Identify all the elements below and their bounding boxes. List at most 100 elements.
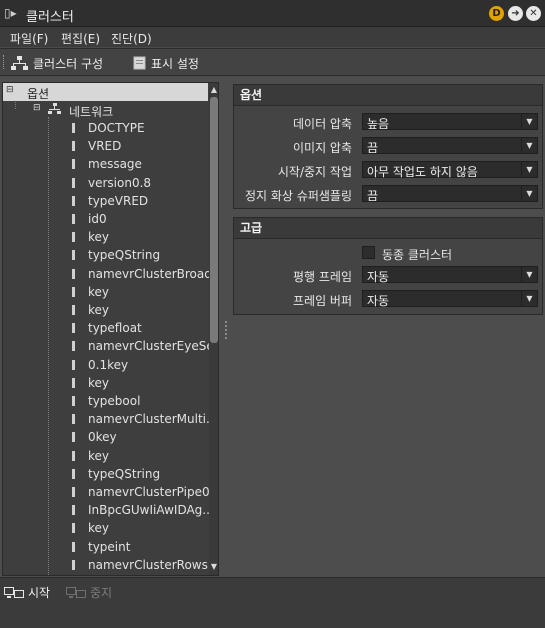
stop-button[interactable]: 중지	[66, 584, 112, 601]
tree-item[interactable]: typeQString	[3, 465, 208, 483]
tree-item-label: namevrClusterMulti...	[88, 412, 218, 427]
tree-item[interactable]: DOCTYPE	[3, 119, 208, 137]
chevron-down-icon: ▼	[521, 138, 537, 153]
leaf-icon	[72, 450, 75, 461]
tree-item[interactable]: InBpcGUwIiAwIDAg...	[3, 501, 214, 519]
tree-item-label: message	[88, 157, 142, 172]
menu-edit[interactable]: 편집(E)	[61, 30, 100, 47]
frame-buffer-row: 프레임 버퍼 자동 ▼	[234, 288, 542, 310]
collapse-icon[interactable]: ⊟	[33, 103, 41, 113]
cluster-config-button[interactable]: 클러스터 구성	[11, 54, 103, 72]
tree-item-network[interactable]: ⊟ 네트워크	[3, 101, 208, 119]
tree-item[interactable]: typefloat	[3, 319, 208, 337]
image-compression-label: 이미지 압축	[292, 141, 352, 155]
tree-item[interactable]: id0	[3, 210, 208, 228]
tree-item[interactable]: key	[3, 447, 208, 465]
start-button[interactable]: 시작	[4, 584, 50, 601]
undock-icon[interactable]: ➜	[508, 6, 523, 21]
leaf-icon	[72, 468, 75, 479]
start-stop-select[interactable]: 아무 작업도 하지 않음 ▼	[362, 161, 538, 179]
window-title: 클러스터	[26, 10, 74, 25]
leaf-icon	[72, 123, 75, 133]
cluster-config-label: 클러스터 구성	[33, 56, 104, 71]
tree-item-label: key	[88, 521, 110, 536]
select-value: 자동	[367, 294, 390, 308]
tree-item-label: namevrClusterPipe0	[88, 485, 210, 499]
tree-item[interactable]: namevrClusterMulti...	[3, 410, 217, 428]
tree-item[interactable]: key	[3, 301, 208, 319]
chevron-down-icon: ▼	[521, 186, 537, 201]
scroll-thumb[interactable]	[210, 97, 218, 343]
tree-item[interactable]: namevrClusterEyeSe...	[3, 337, 218, 355]
leaf-icon	[72, 541, 75, 552]
chevron-down-icon: ▼	[521, 291, 537, 306]
monitors-icon	[4, 586, 24, 598]
tree-item-label: 0.1key	[88, 357, 129, 372]
splitter-handle[interactable]	[225, 321, 229, 339]
tree-item-label: typeQString	[88, 248, 161, 263]
chevron-down-icon: ▼	[521, 267, 537, 282]
display-settings-button[interactable]: 표시 설정	[133, 54, 199, 72]
tree-item[interactable]: namevrClusterBroad...	[3, 265, 218, 283]
tree-item[interactable]: typeQString	[3, 246, 208, 264]
select-value: 끔	[367, 189, 379, 203]
select-value: 높음	[367, 117, 390, 131]
tree-item[interactable]: key	[3, 519, 208, 537]
tree-item-label: typeint	[88, 539, 131, 554]
tree-item[interactable]: message	[3, 155, 208, 173]
toolbar-grip[interactable]	[3, 55, 6, 69]
tree-item[interactable]: typeint	[3, 538, 208, 556]
tree-item-label: typebool	[88, 394, 141, 408]
start-stop-label: 시작/중지 작업	[277, 165, 352, 179]
tree-item[interactable]: key	[3, 374, 208, 392]
homogeneous-cluster-label[interactable]: 동종 클러스터	[382, 246, 452, 263]
close-icon[interactable]: ✕	[526, 6, 541, 21]
data-compression-select[interactable]: 높음 ▼	[362, 113, 538, 131]
parallel-frame-select[interactable]: 자동 ▼	[362, 266, 538, 284]
homogeneous-cluster-row: 동종 클러스터	[234, 242, 542, 264]
tree-panel: ⊟ 옵션 ⊟ 네트워크 DOCTYPE VRED message version0.8…	[2, 82, 219, 576]
tree-item[interactable]: typebool	[3, 392, 208, 410]
leaf-icon	[72, 341, 75, 352]
leaf-icon	[72, 268, 75, 279]
leaf-icon	[72, 323, 75, 334]
tree-item[interactable]: 0key	[3, 428, 208, 446]
menu-file[interactable]: 파일(F)	[10, 30, 48, 47]
tree-item-label: VRED	[88, 139, 122, 154]
supersampling-label: 정지 화상 슈퍼샘플링	[245, 189, 352, 203]
supersampling-select[interactable]: 끔 ▼	[362, 185, 538, 203]
tree-item[interactable]: key	[3, 228, 208, 246]
tree-item[interactable]: typeVRED	[3, 192, 208, 210]
leaf-icon	[72, 286, 75, 297]
tree-item-options[interactable]: ⊟ 옵션	[3, 83, 208, 101]
tree-item[interactable]: 0.1key	[3, 356, 208, 374]
frame-buffer-select[interactable]: 자동 ▼	[362, 290, 538, 308]
scroll-up-icon[interactable]: ▲	[210, 85, 218, 95]
image-compression-select[interactable]: 끔 ▼	[362, 137, 538, 155]
options-header: 옵션	[234, 85, 542, 106]
tree-item[interactable]: VRED	[3, 137, 208, 155]
tree-item[interactable]: namevrClusterPipe0	[3, 483, 210, 501]
tree-item-label: key	[88, 448, 110, 463]
select-value: 끔	[367, 141, 379, 155]
tree-item[interactable]: namevrClusterRows	[3, 556, 208, 574]
scroll-down-icon[interactable]: ▼	[210, 562, 218, 572]
tree-scrollbar[interactable]: ▲ ▼	[209, 83, 218, 575]
leaf-icon	[72, 195, 75, 206]
tree-item-label: version0.8	[88, 175, 152, 190]
select-value: 자동	[367, 270, 390, 284]
tree-item-label: key	[88, 303, 110, 317]
collapse-icon[interactable]: ⊟	[6, 85, 14, 95]
menu-bar: 파일(F) 편집(E) 진단(D)	[0, 27, 545, 47]
tree-item-label: key	[88, 230, 110, 245]
leaf-icon	[72, 159, 75, 170]
tree-item[interactable]: key	[3, 283, 208, 301]
help-icon[interactable]: D	[489, 6, 504, 21]
menu-diagnose[interactable]: 진단(D)	[111, 30, 152, 47]
bottom-bar: 시작 중지	[0, 577, 545, 628]
homogeneous-cluster-checkbox[interactable]	[362, 246, 375, 259]
tree-item[interactable]: version0.8	[3, 174, 208, 192]
frame-buffer-label: 프레임 버퍼	[292, 294, 352, 308]
leaf-icon	[72, 414, 75, 425]
options-group: 옵션 데이터 압축 높음 ▼ 이미지 압축 끔 ▼ 시작/중지 작업 아무 작업…	[233, 84, 543, 209]
